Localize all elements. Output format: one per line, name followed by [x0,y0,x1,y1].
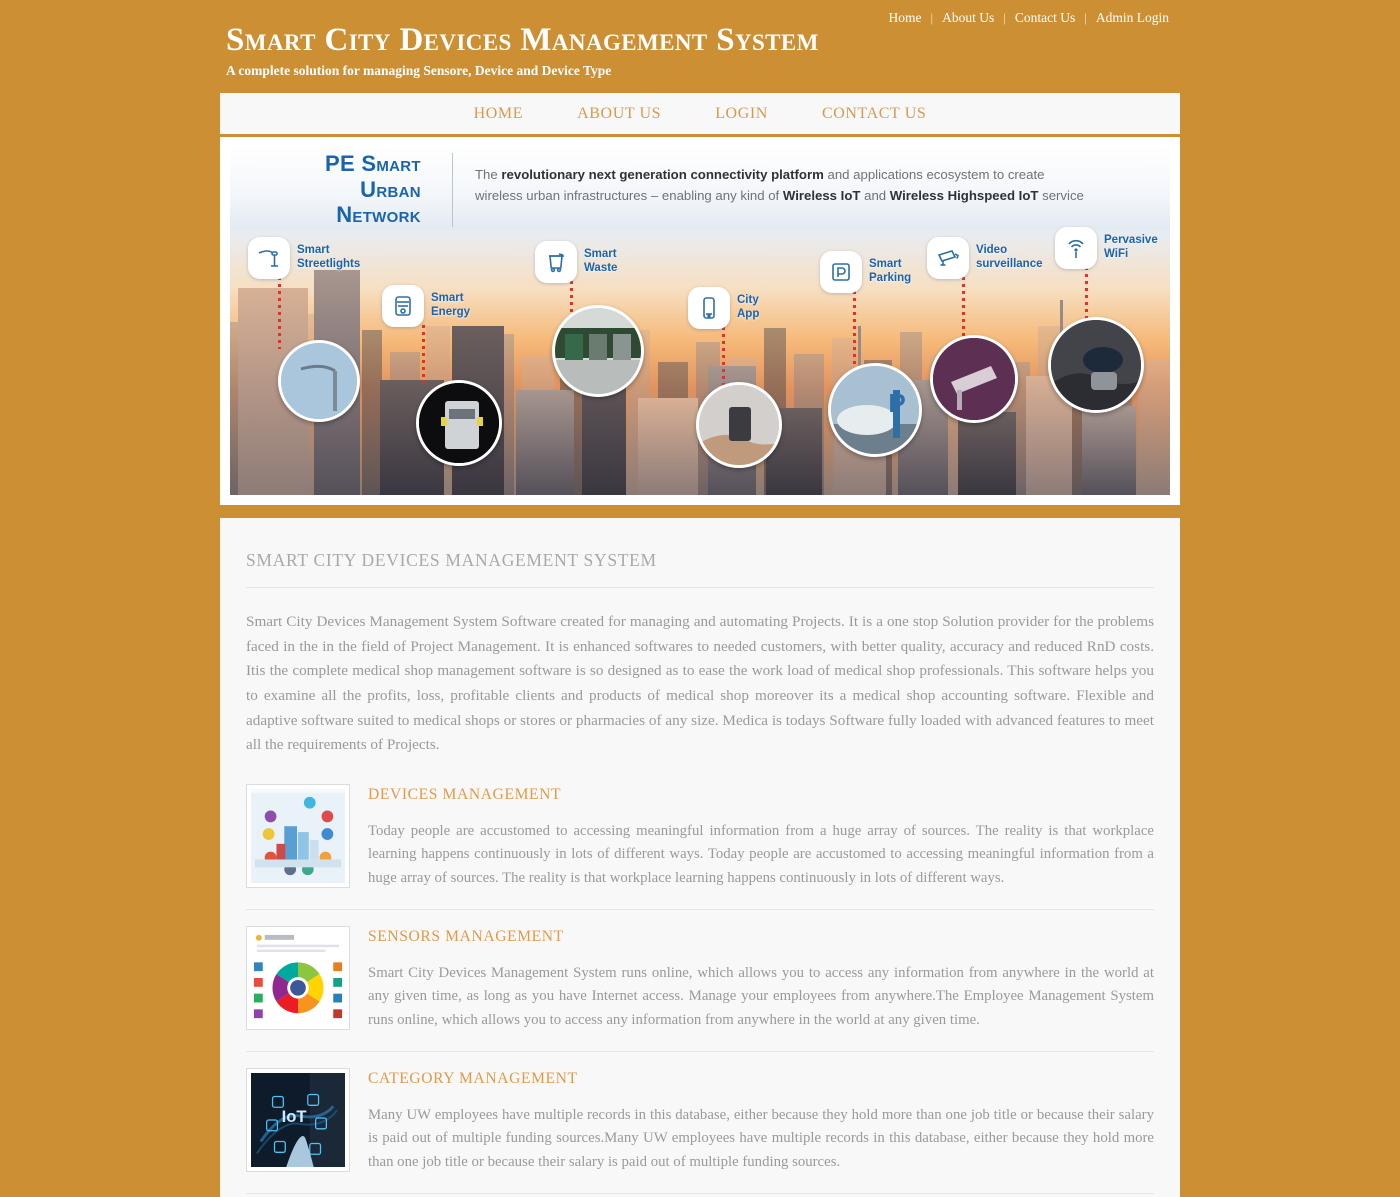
feature-body: CATEGORY MANAGEMENT Many UW employees ha… [368,1068,1154,1175]
connector-line [722,327,725,389]
inset-photo-waste-bins [552,305,644,397]
streetlight-icon [248,237,290,279]
intro-paragraph: Smart City Devices Management System Sof… [246,613,1154,754]
feature-row-devices-management: DEVICES MANAGEMENT Today people are accu… [246,768,1154,910]
wifi-tower-icon [1055,227,1097,269]
hotspot-label: City App [737,294,760,320]
svg-text:IoT: IoT [282,1107,307,1126]
hotspot-label: Smart Streetlights [297,244,361,270]
feature-thumbnail[interactable] [246,783,350,888]
top-nav-item-contact-us[interactable]: Contact Us [1006,10,1084,26]
feature-thumbnail[interactable]: IoT [246,1067,350,1172]
inset-photo-city-app [696,382,782,468]
feature-row-category-management: IoT CATEGORY MANAGEMENT Many UW employee… [246,1052,1154,1194]
inset-photo-video-surveillance [930,335,1018,423]
waste-bin-icon [535,241,577,283]
menu-item-home[interactable]: HOME [447,105,551,123]
hotspot-smart-energy[interactable]: Smart Energy [382,285,470,327]
feature-text: Smart City Devices Management System run… [368,964,1154,1029]
connector-line [422,325,425,383]
parking-icon [820,251,862,293]
banner-tagline-prefix: The [475,167,502,182]
connector-line [853,291,856,371]
connector-line [278,277,281,349]
hotspot-pervasive-wifi[interactable]: Pervasive WiFi [1055,227,1158,269]
banner-tagline-and: and [860,188,890,204]
banner-logo-line-3: Network [336,202,421,228]
menu-item-about-us[interactable]: ABOUT US [550,105,688,123]
site-tagline: A complete solution for managing Sensore… [226,63,612,79]
inset-photo-streetlight [278,340,360,422]
feature-thumbnail[interactable] [246,925,350,1030]
feature-title[interactable]: DEVICES MANAGEMENT [368,786,1154,804]
hotspot-label: Smart Parking [869,258,912,284]
inset-photo-smart-parking: P [828,363,922,457]
top-nav-item-about-us[interactable]: About Us [933,10,1003,26]
main-container: HOME ABOUT US LOGIN CONTACT US PE Smart … [220,93,1180,1197]
banner-tagline-bold-2: Wireless IoT [782,188,861,204]
banner-logo-line-2: Urban [360,176,421,202]
top-nav-item-admin-login[interactable]: Admin Login [1087,10,1178,26]
sensors-wheel-infographic-thumbnail [251,930,345,1025]
feature-text: Many UW employees have multiple records … [368,1106,1154,1171]
feature-title[interactable]: SENSORS MANAGEMENT [368,928,1154,946]
banner-logo: PE Smart Urban Network [325,151,421,228]
hotspot-label: Pervasive WiFi [1104,234,1158,260]
feature-body: SENSORS MANAGEMENT Smart City Devices Ma… [368,926,1154,1033]
banner-tagline-suffix: service [1038,188,1084,204]
svg-text:P: P [888,388,905,418]
iot-touchscreen-photo-thumbnail: IoT [251,1072,345,1167]
banner-block: PE Smart Urban Network The revolutionary… [220,137,1180,505]
hotspot-label: Smart Energy [431,292,470,318]
masthead: Smart City Devices Management System A c… [226,22,819,79]
page-title: SMART CITY DEVICES MANAGEMENT SYSTEM [246,550,1154,588]
site-title: Smart City Devices Management System [226,22,819,58]
main-menu: HOME ABOUT US LOGIN CONTACT US [220,93,1180,137]
feature-text: Today people are accustomed to accessing… [368,822,1154,887]
inset-photo-pervasive-wifi [1048,317,1144,413]
hotspot-smart-waste[interactable]: Smart Waste [535,241,617,283]
banner-logo-line-1: PE Smart [325,151,421,176]
banner-tagline-bold-1: revolutionary next generation connectivi… [501,167,824,182]
hotspot-city-app[interactable]: City App [688,287,759,329]
feature-row-sensors-management: SENSORS MANAGEMENT Smart City Devices Ma… [246,910,1154,1052]
inset-photo-energy-meter [416,380,502,466]
smartphone-icon [688,287,730,329]
hotspot-label: Smart Waste [584,248,618,274]
banner-tagline-bold-3: Wireless Highspeed IoT [889,188,1039,204]
top-utility-nav: Home | About Us | Contact Us | Admin Log… [880,10,1178,26]
page-root: Home | About Us | Contact Us | Admin Log… [0,0,1400,1197]
energy-meter-icon [382,285,424,327]
menu-item-login[interactable]: LOGIN [688,105,795,123]
hotspot-video-surveillance[interactable]: Video surveillance [927,237,1042,279]
feature-body: DEVICES MANAGEMENT Today people are accu… [368,784,1154,891]
hotspot-label: Video surveillance [976,244,1043,270]
smart-city-infographic-thumbnail [251,788,345,883]
cctv-camera-icon [927,237,969,279]
hotspot-smart-parking[interactable]: Smart Parking [820,251,911,293]
banner-logo-divider [452,153,453,227]
banner-tagline: The revolutionary next generation connec… [475,164,1095,207]
feature-title[interactable]: CATEGORY MANAGEMENT [368,1070,1154,1088]
menu-item-contact-us[interactable]: CONTACT US [795,105,953,123]
hotspot-smart-streetlights[interactable]: Smart Streetlights [248,237,360,279]
hero-banner: PE Smart Urban Network The revolutionary… [230,145,1170,495]
top-nav-item-home[interactable]: Home [880,10,931,26]
content-panel: SMART CITY DEVICES MANAGEMENT SYSTEM Sma… [220,518,1180,1197]
